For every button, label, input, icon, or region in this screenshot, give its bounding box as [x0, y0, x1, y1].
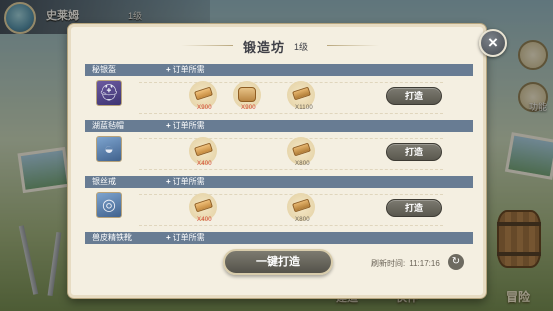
material-slot[interactable]: X1100: [283, 81, 323, 117]
forge-button[interactable]: 打造: [386, 87, 442, 105]
header-ornament-right: [327, 45, 379, 46]
material-count: X800: [295, 217, 310, 223]
material-count: X900: [241, 105, 256, 111]
helmet-icon[interactable]: ⛑: [96, 80, 122, 106]
requirement-label: + 订单所需: [166, 121, 205, 130]
forge-level: 1级: [294, 42, 309, 52]
recipe-name: 秘银盔: [92, 65, 116, 74]
recipe-name: 湖蓝毡帽: [92, 121, 124, 130]
material-count: X400: [197, 217, 212, 223]
material-count: X900: [197, 105, 212, 111]
forge-panel-header: 锻造坊 1级: [71, 27, 483, 63]
recipe-row: 秘银盔 + 订单所需 ⛑ X900 X900 X1100 打造: [85, 64, 473, 120]
one-click-forge-button[interactable]: 一键打造: [223, 249, 333, 275]
recipe-row: 兽皮精铁靴 + 订单所需: [85, 232, 473, 244]
forge-button[interactable]: 打造: [386, 143, 442, 161]
forge-button[interactable]: 打造: [386, 199, 442, 217]
refresh-icon[interactable]: ↻: [448, 254, 464, 270]
recipe-row: 湖蓝毡帽 + 订单所需 ◒ X400 X800 打造: [85, 120, 473, 176]
recipe-row: 银丝戒 + 订单所需 ◎ X400 X800 打造: [85, 176, 473, 232]
recipe-header: 湖蓝毡帽 + 订单所需: [85, 120, 473, 132]
material-slot[interactable]: X400: [185, 137, 225, 173]
hat-icon[interactable]: ◒: [96, 136, 122, 162]
material-slot[interactable]: X800: [283, 137, 323, 173]
requirement-label: + 订单所需: [166, 233, 205, 242]
recipe-header: 兽皮精铁靴 + 订单所需: [85, 232, 473, 244]
recipe-body: ◒ X400 X800 打造: [85, 132, 473, 176]
material-count: X400: [197, 161, 212, 167]
material-count: X800: [295, 161, 310, 167]
material-slot[interactable]: X900: [185, 81, 225, 117]
forge-title: 锻造坊: [243, 40, 286, 55]
recipe-body: ◎ X400 X800 打造: [85, 188, 473, 232]
recipe-list[interactable]: 秘银盔 + 订单所需 ⛑ X900 X900 X1100 打造 湖蓝毡帽 + 订…: [85, 64, 473, 244]
requirement-label: + 订单所需: [166, 65, 205, 74]
material-slot[interactable]: X800: [283, 193, 323, 229]
recipe-body: ⛑ X900 X900 X1100 打造: [85, 76, 473, 120]
forge-panel: 锻造坊 1级 秘银盔 + 订单所需 ⛑ X900 X900 X1100 打造 湖…: [68, 24, 486, 298]
close-icon[interactable]: ×: [479, 29, 507, 57]
material-slot[interactable]: X400: [185, 193, 225, 229]
material-slot[interactable]: X900: [229, 81, 269, 117]
material-count: X1100: [295, 105, 313, 111]
header-ornament-left: [181, 45, 233, 46]
recipe-header: 银丝戒 + 订单所需: [85, 176, 473, 188]
ring-icon[interactable]: ◎: [96, 192, 122, 218]
requirement-label: + 订单所需: [166, 177, 205, 186]
refresh-label: 刷新时间:: [371, 259, 406, 268]
recipe-name: 银丝戒: [92, 177, 116, 186]
recipe-name: 兽皮精铁靴: [92, 233, 132, 242]
cloth-icon: [238, 87, 256, 102]
recipe-header: 秘银盔 + 订单所需: [85, 64, 473, 76]
refresh-info: 刷新时间: 11:17:16: [371, 258, 440, 269]
refresh-time: 11:17:16: [409, 259, 440, 268]
